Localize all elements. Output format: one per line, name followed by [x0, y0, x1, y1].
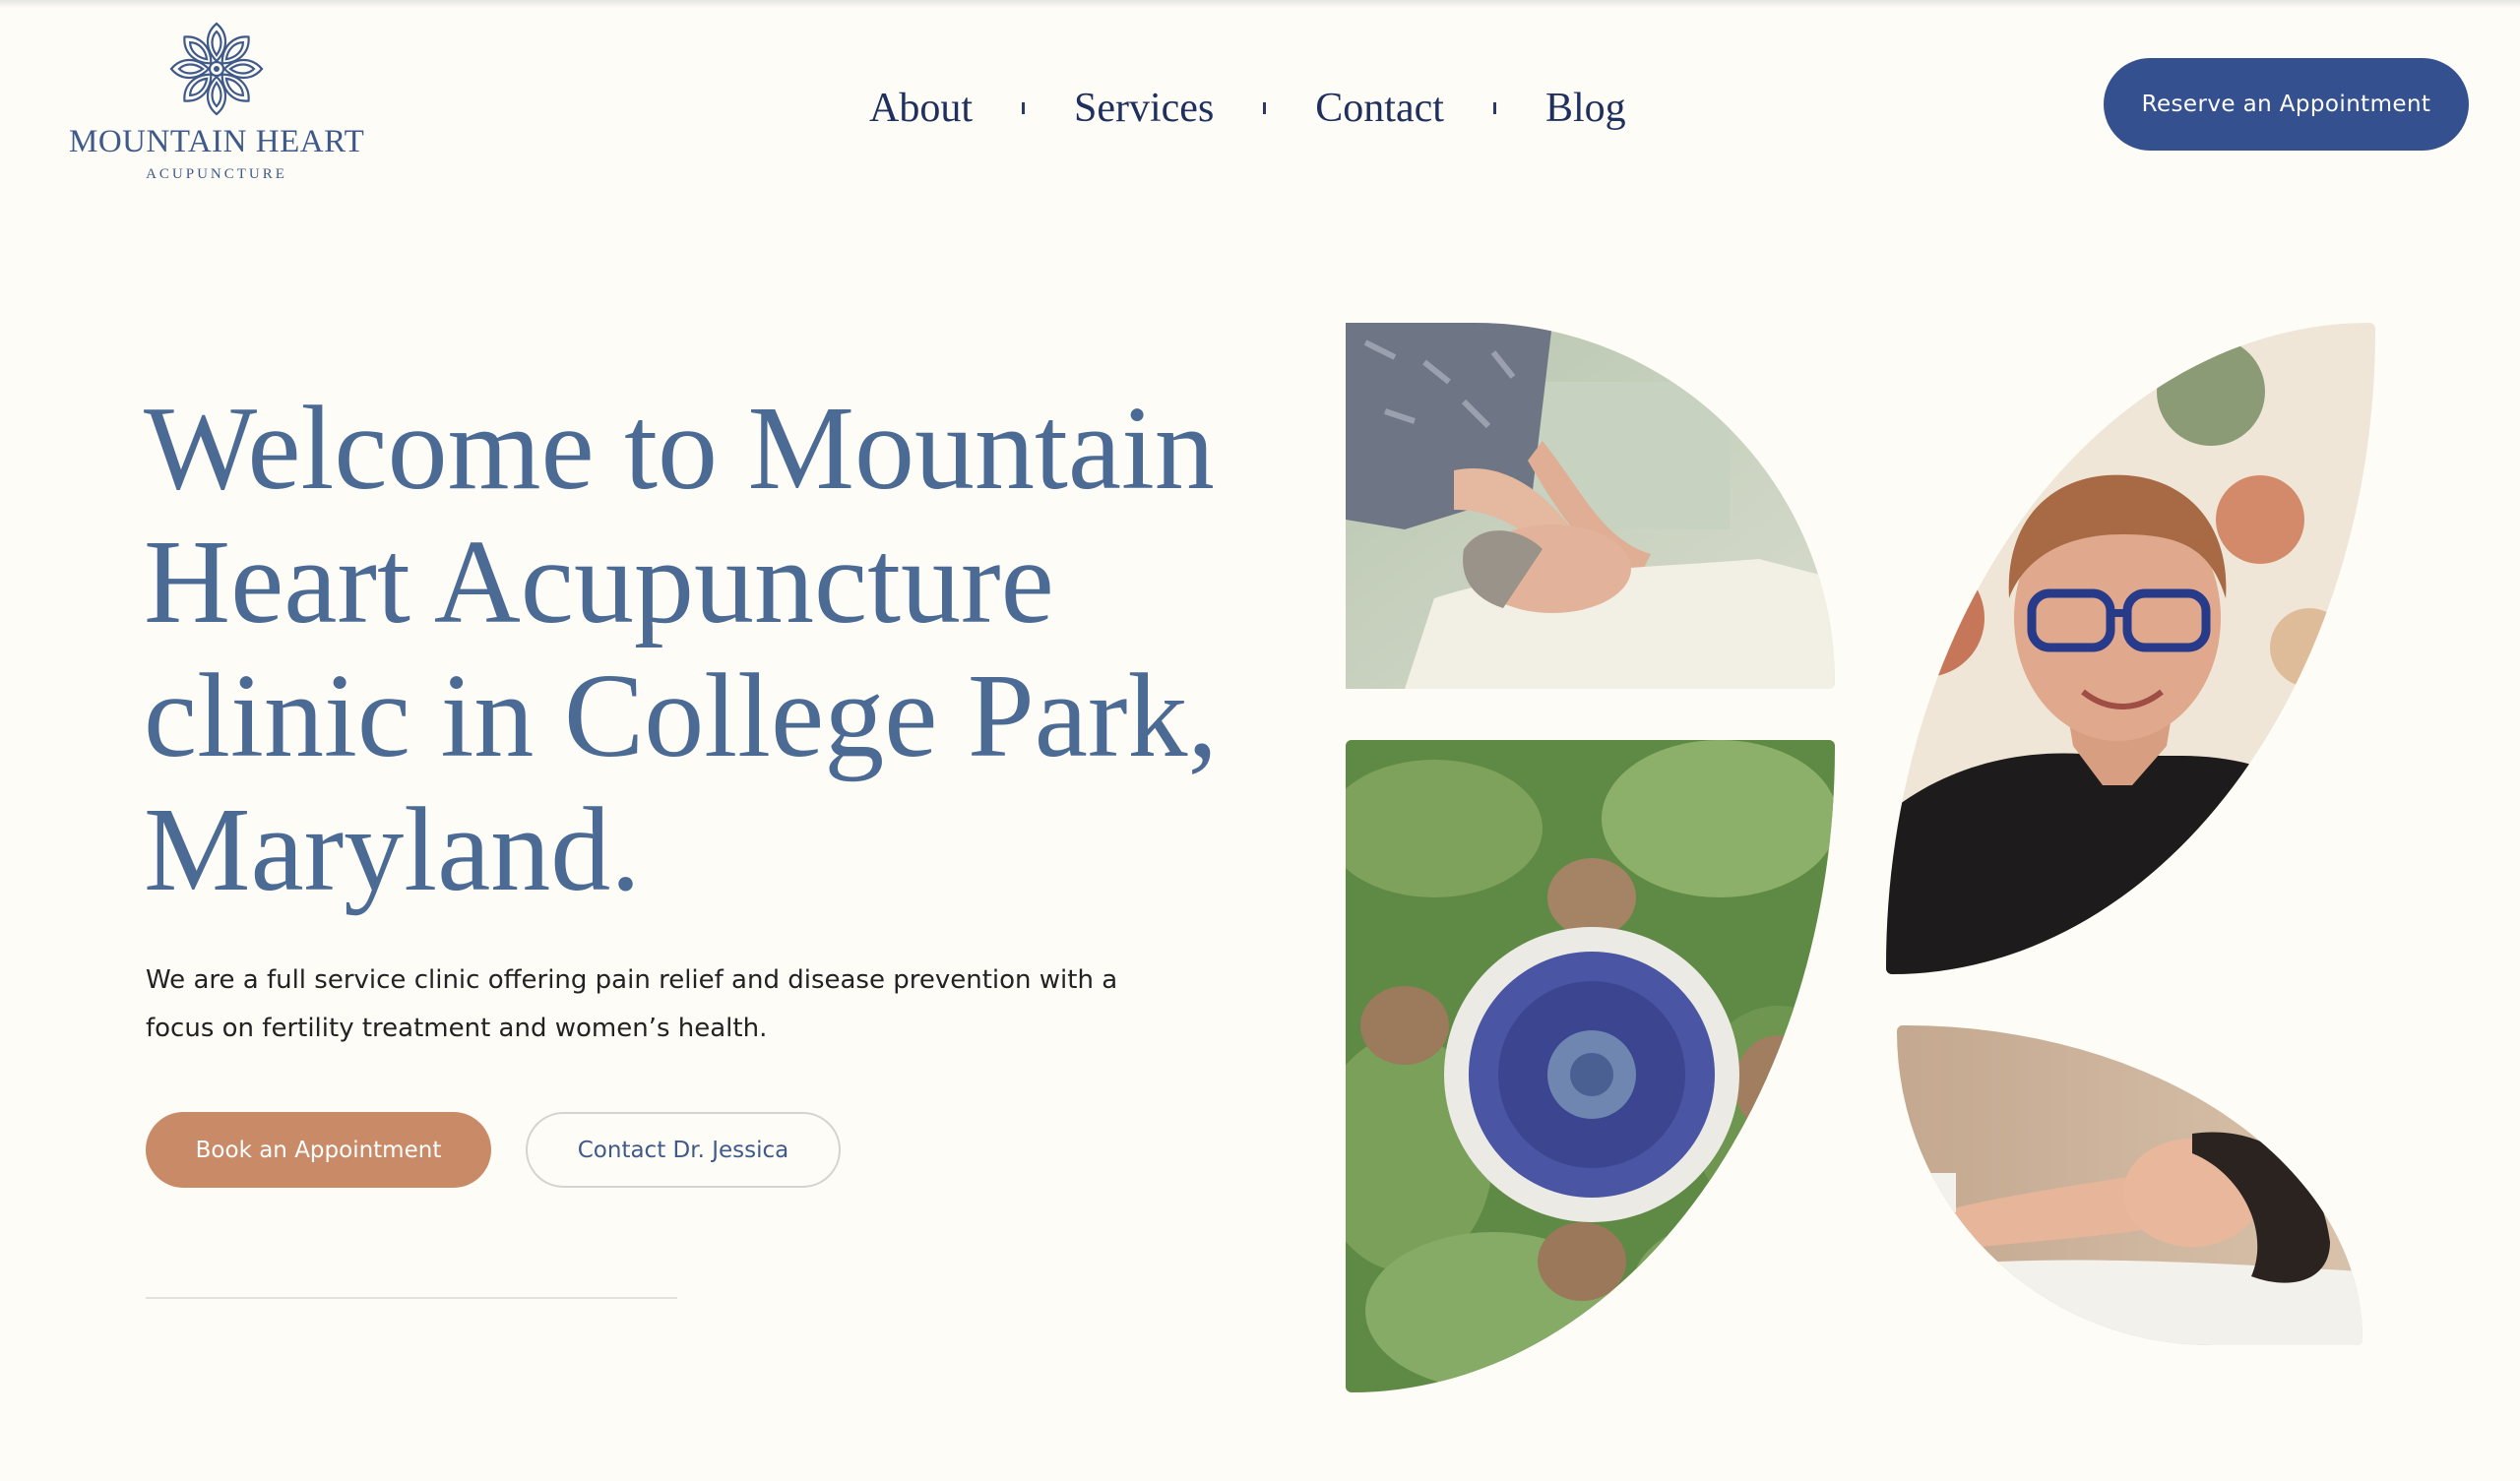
- nav-separator: [1492, 102, 1496, 114]
- page-top-shadow: [0, 0, 2520, 8]
- acupuncturist-treating-patient-photo: [1346, 323, 1835, 689]
- nav-link-blog[interactable]: Blog: [1545, 85, 1626, 132]
- reserve-appointment-button[interactable]: Reserve an Appointment: [2104, 58, 2469, 151]
- contact-dr-jessica-button[interactable]: Contact Dr. Jessica: [526, 1112, 841, 1188]
- hero-title: Welcome to Mountain Heart Acupuncture cl…: [144, 382, 1218, 916]
- nav-link-services[interactable]: Services: [1074, 85, 1214, 132]
- site-logo[interactable]: MOUNTAIN HEART ACUPUNCTURE: [69, 20, 364, 207]
- nav-link-about[interactable]: About: [869, 85, 973, 132]
- nav-link-contact[interactable]: Contact: [1315, 85, 1444, 132]
- hero-description: We are a full service clinic offering pa…: [146, 965, 1118, 1043]
- brand-name: MOUNTAIN HEART: [69, 124, 365, 159]
- nav-separator: [1263, 102, 1267, 114]
- lotus-mandala-icon: [169, 22, 264, 116]
- woman-relaxing-acupuncture-photo: [1897, 1025, 2362, 1345]
- brand-tagline: ACUPUNCTURE: [146, 166, 287, 182]
- hero-divider: [146, 1297, 677, 1299]
- nav-separator: [1022, 102, 1025, 114]
- dr-jessica-portrait-photo: [1886, 323, 2375, 974]
- mushroom-pinecones-leaves-photo: [1346, 740, 1835, 1392]
- main-nav: About Services Contact Blog: [869, 79, 1626, 138]
- book-appointment-button[interactable]: Book an Appointment: [146, 1112, 491, 1188]
